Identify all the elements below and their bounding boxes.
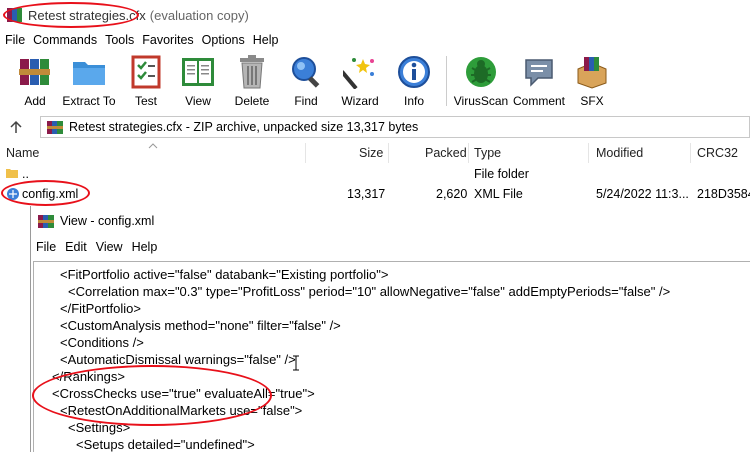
comment-label: Comment: [512, 94, 565, 108]
sfx-button[interactable]: SFX: [568, 51, 616, 108]
viewer-title: View - config.xml: [60, 214, 155, 228]
file-type: File folder: [474, 167, 529, 181]
viewer-text-area[interactable]: <FitPortfolio active="false" databank="E…: [33, 261, 750, 452]
column-header-type[interactable]: Type: [474, 146, 501, 160]
file-modified: 5/24/2022 11:3...: [596, 187, 689, 201]
file-size: 13,317: [347, 187, 386, 201]
winrar-app-icon: [38, 214, 54, 228]
menu-tools[interactable]: Tools: [105, 33, 134, 47]
info-button[interactable]: Info: [387, 51, 441, 108]
code-line: <CrossChecks use="true" evaluateAll="tru…: [52, 386, 315, 401]
up-arrow-button[interactable]: [0, 115, 32, 139]
viewer-menu-bar: File Edit View Help: [31, 236, 750, 258]
window-title-suffix: (evaluation copy): [149, 7, 249, 23]
code-line: <CustomAnalysis method="none" filter="fa…: [60, 318, 341, 333]
test-label: Test: [134, 94, 157, 108]
code-line: <AutomaticDismissal warnings="false" />: [60, 352, 296, 367]
file-crc32: 218D3584: [697, 187, 750, 201]
wizard-button[interactable]: Wizard: [333, 51, 387, 108]
list-item[interactable]: config.xml 13,317 2,620 XML File 5/24/20…: [0, 184, 750, 204]
column-header-crc32[interactable]: CRC32: [697, 146, 738, 160]
code-line: <RetestOnAdditionalMarkets use="false">: [60, 403, 303, 418]
column-header-packed[interactable]: Packed: [425, 146, 467, 160]
delete-button[interactable]: Delete: [225, 51, 279, 108]
extract-to-label: Extract To: [62, 94, 116, 108]
virusscan-button[interactable]: VirusScan: [452, 51, 510, 108]
folder-icon: [71, 54, 107, 90]
viewer-title-bar: View - config.xml: [31, 206, 750, 236]
address-text: Retest strategies.cfx - ZIP archive, unp…: [69, 120, 419, 134]
find-label: Find: [294, 94, 318, 108]
open-book-icon: [180, 54, 216, 90]
window-title: Retest strategies.cfx: [28, 7, 146, 23]
code-line: <Conditions />: [60, 335, 144, 350]
trash-icon: [234, 54, 270, 90]
bug-icon: [463, 54, 499, 90]
comment-button[interactable]: Comment: [510, 51, 568, 108]
text-cursor-icon: [293, 355, 299, 371]
address-field[interactable]: Retest strategies.cfx - ZIP archive, unp…: [40, 116, 750, 138]
menu-favorites[interactable]: Favorites: [142, 33, 193, 47]
xml-file-icon: [7, 188, 19, 200]
extract-to-button[interactable]: Extract To: [57, 51, 121, 108]
info-icon: [396, 54, 432, 90]
column-header-modified[interactable]: Modified: [596, 146, 643, 160]
sfx-box-icon: [574, 54, 610, 90]
menu-bar: File Commands Tools Favorites Options He…: [0, 30, 750, 50]
menu-commands[interactable]: Commands: [33, 33, 97, 47]
menu-file[interactable]: File: [5, 33, 25, 47]
books-icon: [17, 54, 53, 90]
up-arrow-icon: [10, 120, 22, 133]
code-line: </FitPortfolio>: [60, 301, 141, 316]
toolbar-separator: [446, 56, 447, 106]
viewer-menu-help[interactable]: Help: [132, 240, 158, 254]
find-button[interactable]: Find: [279, 51, 333, 108]
delete-label: Delete: [234, 94, 270, 108]
file-list-header: Name Size Packed Type Modified CRC32: [0, 143, 750, 163]
code-line: <Correlation max="0.3" type="ProfitLoss"…: [68, 284, 671, 299]
archive-icon: [47, 120, 63, 134]
file-type: XML File: [474, 187, 523, 201]
list-item[interactable]: .. File folder: [0, 164, 750, 184]
column-header-name[interactable]: Name: [6, 146, 39, 160]
file-packed: 2,620: [436, 187, 468, 201]
folder-icon: [6, 169, 18, 178]
code-line: <Settings>: [68, 420, 131, 435]
viewer-menu-file[interactable]: File: [36, 240, 56, 254]
code-line: <FitPortfolio active="false" databank="E…: [60, 267, 389, 282]
magic-wand-icon: [342, 54, 378, 90]
file-name: ..: [22, 167, 29, 181]
checklist-icon: [128, 54, 164, 90]
add-button[interactable]: Add: [13, 51, 57, 108]
menu-options[interactable]: Options: [202, 33, 245, 47]
magnifier-icon: [288, 54, 324, 90]
wizard-label: Wizard: [341, 94, 379, 108]
viewer-menu-view[interactable]: View: [96, 240, 123, 254]
sfx-label: SFX: [580, 94, 604, 108]
view-button[interactable]: View: [171, 51, 225, 108]
code-line: <Setups detailed="undefined">: [76, 437, 255, 452]
toolbar: Add Extract To Test View Delete Find Wiz…: [0, 51, 750, 113]
viewer-window: View - config.xml File Edit View Help <F…: [30, 206, 750, 452]
address-bar: Retest strategies.cfx - ZIP archive, unp…: [0, 114, 750, 140]
column-header-size[interactable]: Size: [359, 146, 383, 160]
view-label: View: [185, 94, 211, 108]
title-bar: Retest strategies.cfx (evaluation copy): [0, 0, 750, 30]
file-name: config.xml: [22, 187, 79, 201]
code-line: </Rankings>: [52, 369, 125, 384]
winrar-app-icon: [7, 8, 23, 22]
add-label: Add: [24, 94, 46, 108]
comment-icon: [521, 54, 557, 90]
menu-help[interactable]: Help: [253, 33, 279, 47]
sort-ascending-icon: [148, 143, 158, 149]
test-button[interactable]: Test: [121, 51, 171, 108]
virusscan-label: VirusScan: [453, 94, 509, 108]
info-label: Info: [403, 94, 424, 108]
viewer-menu-edit[interactable]: Edit: [65, 240, 87, 254]
